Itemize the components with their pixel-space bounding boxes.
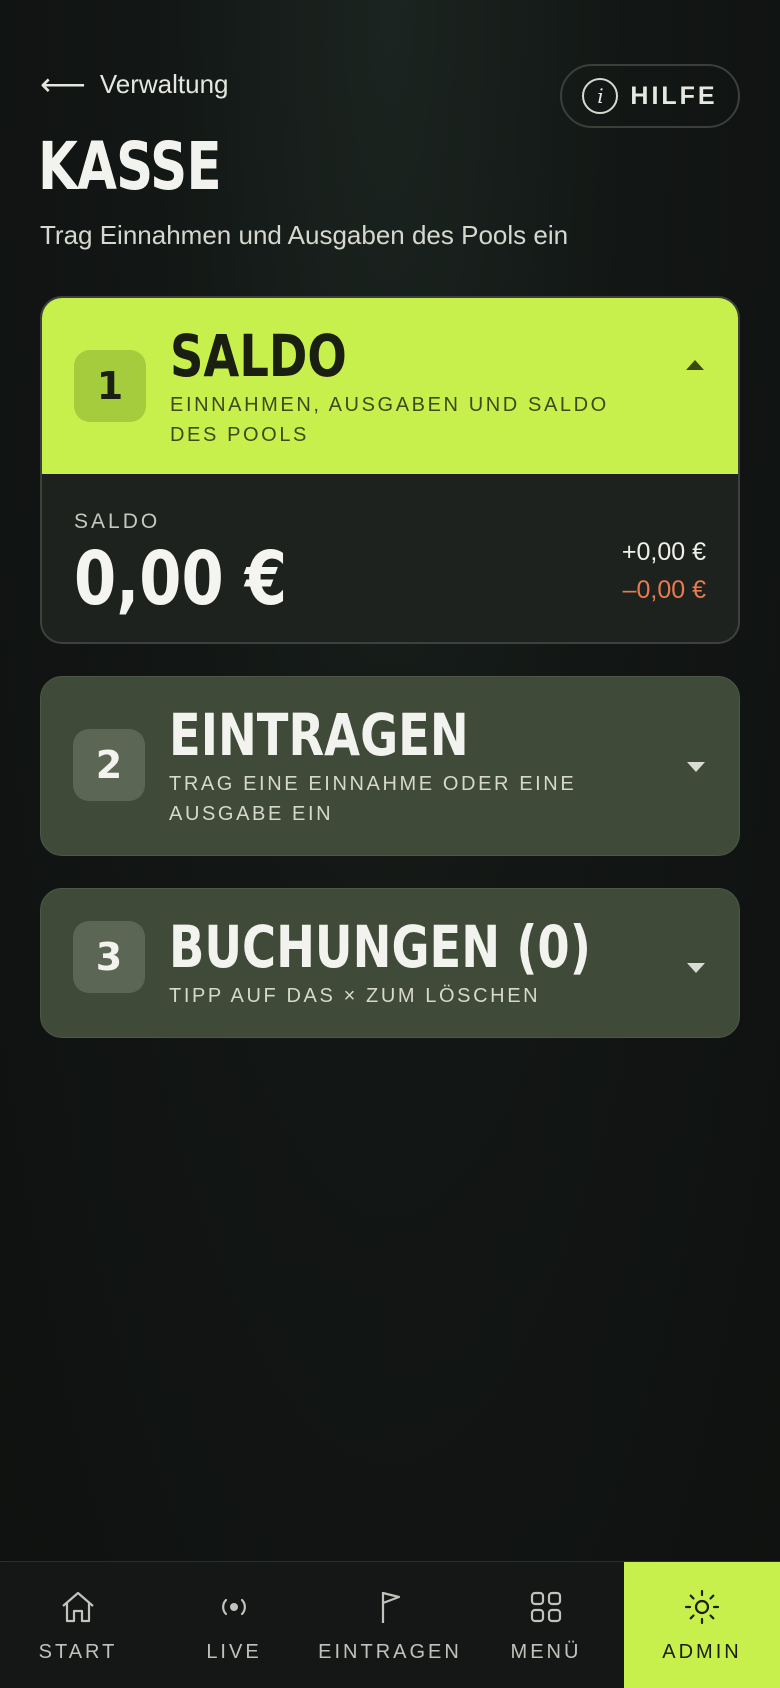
nav-item-eintragen[interactable]: EINTRAGEN	[312, 1562, 468, 1688]
expense-total: –0,00 €	[622, 576, 706, 604]
grid-icon	[530, 1591, 562, 1622]
saldo-body: SALDO 0,00 € +0,00 € –0,00 €	[42, 474, 738, 642]
nav-label: MENÜ	[510, 1640, 582, 1663]
section-title: SALDO	[170, 322, 347, 390]
page-subtitle: Trag Einnahmen und Ausgaben des Pools ei…	[40, 220, 569, 250]
chevron-down-icon	[687, 762, 705, 772]
section-number-badge: 3	[73, 921, 145, 993]
nav-item-live[interactable]: LIVE	[156, 1562, 312, 1688]
nav-item-menu[interactable]: MENÜ	[468, 1562, 624, 1688]
sun-icon	[684, 1589, 720, 1624]
section-description: TRAG EINE EINNAHME ODER EINE AUSGABE EIN	[169, 773, 577, 825]
nav-label: START	[38, 1640, 118, 1663]
saldo-section-header[interactable]: 1 SALDO EINNAHMEN, AUSGABEN UND SALDO DE…	[42, 298, 738, 474]
section-number-badge: 1	[74, 350, 146, 422]
nav-item-admin[interactable]: ADMIN	[624, 1562, 780, 1688]
arrow-left-icon: ⟵	[40, 66, 86, 102]
bottom-nav: START LIVE EINTRAGEN MENÜ ADMIN	[0, 1561, 780, 1688]
section-description: TIPP AUF DAS × ZUM LÖSCHEN	[169, 985, 541, 1007]
eintragen-section-header[interactable]: 2 EINTRAGEN TRAG EINE EINNAHME ODER EINE…	[41, 677, 739, 855]
eintragen-section[interactable]: 2 EINTRAGEN TRAG EINE EINNAHME ODER EINE…	[40, 676, 740, 856]
saldo-label: SALDO	[74, 510, 161, 533]
nav-label: LIVE	[206, 1640, 262, 1663]
help-button[interactable]: i HILFE	[560, 64, 740, 128]
nav-label: EINTRAGEN	[318, 1640, 462, 1663]
info-icon: i	[582, 78, 619, 114]
buchungen-section[interactable]: 3 BUCHUNGEN (0) TIPP AUF DAS × ZUM LÖSCH…	[40, 888, 740, 1038]
nav-item-start[interactable]: START	[0, 1562, 156, 1688]
buchungen-section-header[interactable]: 3 BUCHUNGEN (0) TIPP AUF DAS × ZUM LÖSCH…	[41, 889, 739, 1037]
help-button-label: HILFE	[630, 81, 718, 110]
income-total: +0,00 €	[621, 538, 706, 566]
section-title: BUCHUNGEN (0)	[169, 913, 591, 981]
flag-icon	[381, 1591, 401, 1623]
saldo-section: 1 SALDO EINNAHMEN, AUSGABEN UND SALDO DE…	[40, 296, 740, 644]
chevron-up-icon	[686, 360, 704, 370]
back-link-label: Verwaltung	[99, 68, 229, 99]
section-title: EINTRAGEN	[169, 701, 469, 769]
nav-label: ADMIN	[662, 1640, 742, 1663]
section-description: EINNAHMEN, AUSGABEN UND SALDO DES POOLS	[170, 394, 609, 446]
page-title: KASSE	[38, 128, 222, 205]
home-icon	[62, 1591, 94, 1622]
section-number-badge: 2	[73, 729, 145, 801]
live-broadcast-icon	[222, 1598, 246, 1615]
saldo-value: 0,00 €	[74, 536, 288, 622]
chevron-down-icon	[687, 963, 705, 973]
back-link[interactable]: ⟵ Verwaltung	[40, 68, 229, 100]
